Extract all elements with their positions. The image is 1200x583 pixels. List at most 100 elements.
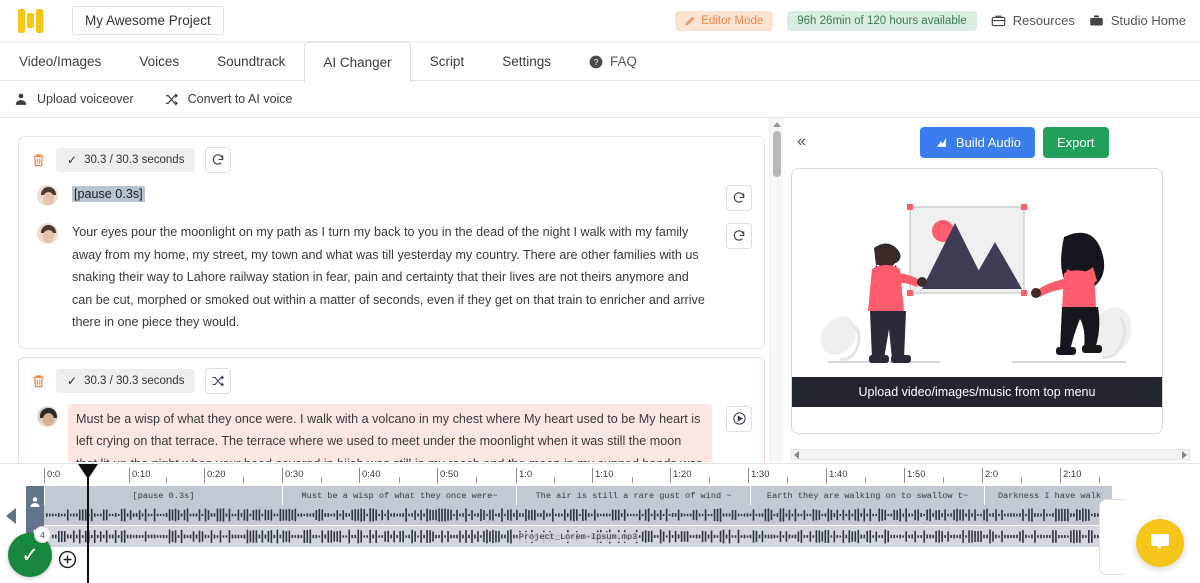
tab-ai-changer[interactable]: AI Changer: [304, 42, 410, 82]
chat-button[interactable]: [1136, 519, 1184, 567]
regenerate-row-button[interactable]: [726, 185, 752, 211]
delete-block-button[interactable]: [31, 373, 46, 389]
script-block: ✓ 30.3 / 30.3 seconds [pause 0.3s]: [18, 136, 765, 349]
timeline-clip[interactable]: Darkness I have walk: [984, 486, 1112, 505]
project-name-input[interactable]: My Awesome Project: [72, 6, 224, 35]
ruler-minor-tick: [321, 477, 324, 483]
playhead[interactable]: [87, 466, 89, 583]
build-audio-button[interactable]: Build Audio: [920, 127, 1035, 158]
convert-to-ai-voice-label: Convert to AI voice: [188, 92, 293, 106]
top-bar: My Awesome Project Editor Mode 96h 26min…: [0, 0, 1200, 42]
timeline-clip[interactable]: Must be a wisp of what they once were~: [282, 486, 516, 505]
script-row-text[interactable]: Must be a wisp of what they once were. I…: [68, 404, 712, 463]
build-icon: [934, 135, 949, 150]
person-icon: [14, 92, 28, 106]
playhead-handle[interactable]: [78, 464, 98, 479]
convert-block-button[interactable]: [205, 368, 231, 394]
voice-waveform: [44, 505, 1112, 525]
tab-script[interactable]: Script: [411, 42, 484, 80]
scrollbar-thumb[interactable]: [773, 131, 781, 177]
ruler-minor-tick: [476, 477, 479, 483]
ruler-minor-tick: [943, 477, 946, 483]
person-icon[interactable]: [29, 486, 41, 517]
tab-settings[interactable]: Settings: [483, 42, 570, 80]
briefcase-icon: [1089, 13, 1104, 28]
audio-track-label: Project_Lorem-Ipsum.mp3: [518, 532, 639, 542]
editor-mode-badge[interactable]: Editor Mode: [675, 11, 773, 31]
script-block-header: ✓ 30.3 / 30.3 seconds: [31, 147, 752, 173]
ruler-tick: 1:30: [748, 468, 770, 483]
timeline-clip[interactable]: [pause 0.3s]: [44, 486, 282, 505]
regenerate-row-button[interactable]: [726, 223, 752, 249]
ruler-tick: 0:50: [437, 468, 459, 483]
scroll-left-arrow[interactable]: [794, 451, 799, 459]
ruler-tick: 2:0: [982, 468, 998, 483]
add-layer-button[interactable]: [58, 550, 77, 569]
help-circle-icon: ?: [589, 55, 603, 69]
shuffle-icon: [164, 92, 179, 107]
ruler-tick: 0:0: [44, 468, 60, 483]
script-pane[interactable]: ✓ 30.3 / 30.3 seconds [pause 0.3s]: [0, 118, 783, 462]
ruler-tick: 2:10: [1060, 468, 1082, 483]
preview-stage[interactable]: Upload video/images/music from top menu: [791, 168, 1163, 434]
timeline-voice-track[interactable]: [44, 505, 1112, 526]
chat-bubble-icon: [1148, 529, 1172, 558]
tab-voices[interactable]: Voices: [120, 42, 198, 80]
scroll-right-arrow[interactable]: [1182, 451, 1187, 459]
timeline-clip[interactable]: Earth they are walking on to swallow t~: [750, 486, 984, 505]
ruler-minor-tick: [166, 477, 169, 483]
resources-link[interactable]: Resources: [991, 13, 1075, 28]
script-pane-scrollbar[interactable]: [769, 118, 783, 462]
ruler-tick: 1:50: [904, 468, 926, 483]
timeline-clip[interactable]: The air is still a rare gust of wind ~: [516, 486, 750, 505]
check-icon: ✓: [67, 374, 77, 388]
timeline-clip-row[interactable]: [pause 0.3s]Must be a wisp of what they …: [44, 486, 1112, 505]
row-actions: [726, 221, 752, 249]
avatar: [37, 406, 58, 427]
tab-faq[interactable]: ? FAQ: [570, 42, 656, 80]
app-logo[interactable]: [18, 8, 52, 34]
scroll-up-arrow[interactable]: [773, 122, 781, 127]
ruler-minor-tick: [865, 477, 868, 483]
tab-soundtrack[interactable]: Soundtrack: [198, 42, 304, 80]
ruler-minor-tick: [632, 477, 635, 483]
delete-block-button[interactable]: [31, 152, 46, 168]
duration-label: 30.3 / 30.3 seconds: [84, 375, 184, 387]
app-root: My Awesome Project Editor Mode 96h 26min…: [0, 0, 1200, 583]
row-actions: [726, 404, 752, 432]
avatar: [37, 185, 58, 206]
build-audio-label: Build Audio: [956, 135, 1021, 150]
timeline-ruler[interactable]: 0:00:100:200:300:400:501:01:101:201:301:…: [44, 468, 1200, 486]
collapse-panel-button[interactable]: «: [791, 133, 812, 151]
regenerate-block-button[interactable]: [205, 147, 231, 173]
resources-label: Resources: [1013, 13, 1075, 28]
timeline-scroll-left-button[interactable]: [6, 508, 16, 524]
ruler-minor-tick: [787, 477, 790, 483]
timeline[interactable]: 0:00:100:200:300:400:501:01:101:201:301:…: [0, 463, 1200, 583]
script-row-text[interactable]: Your eyes pour the moonlight on my path …: [72, 221, 712, 334]
script-row-text[interactable]: [pause 0.3s]: [72, 183, 712, 206]
ruler-minor-tick: [554, 477, 557, 483]
studio-home-link[interactable]: Studio Home: [1089, 13, 1186, 28]
hours-label: 96h 26min of 120 hours available: [797, 15, 966, 27]
ruler-minor-tick: [243, 477, 246, 483]
timeline-tracks[interactable]: [pause 0.3s]Must be a wisp of what they …: [44, 486, 1112, 548]
ruler-tick: 1:20: [670, 468, 692, 483]
check-icon: ✓: [67, 153, 77, 167]
upload-voiceover-button[interactable]: Upload voiceover: [14, 92, 134, 106]
convert-to-ai-voice-button[interactable]: Convert to AI voice: [164, 92, 293, 107]
avatar: [37, 223, 58, 244]
preview-horizontal-scrollbar[interactable]: [791, 449, 1190, 460]
script-block-header: ✓ 30.3 / 30.3 seconds: [31, 368, 752, 394]
export-button[interactable]: Export: [1043, 127, 1109, 158]
tab-video-images[interactable]: Video/Images: [0, 42, 120, 80]
play-row-button[interactable]: [726, 406, 752, 432]
timeline-music-track[interactable]: Project_Lorem-Ipsum.mp3: [44, 526, 1112, 547]
pause-tag[interactable]: [pause 0.3s]: [72, 186, 145, 202]
toolbox-icon: [991, 13, 1006, 28]
duration-label: 30.3 / 30.3 seconds: [84, 154, 184, 166]
ruler-tick: 0:40: [359, 468, 381, 483]
ruler-tick: 1:0: [516, 468, 532, 483]
main-tabs: Video/Images Voices Soundtrack AI Change…: [0, 42, 1200, 81]
ruler-tick: 0:30: [282, 468, 304, 483]
